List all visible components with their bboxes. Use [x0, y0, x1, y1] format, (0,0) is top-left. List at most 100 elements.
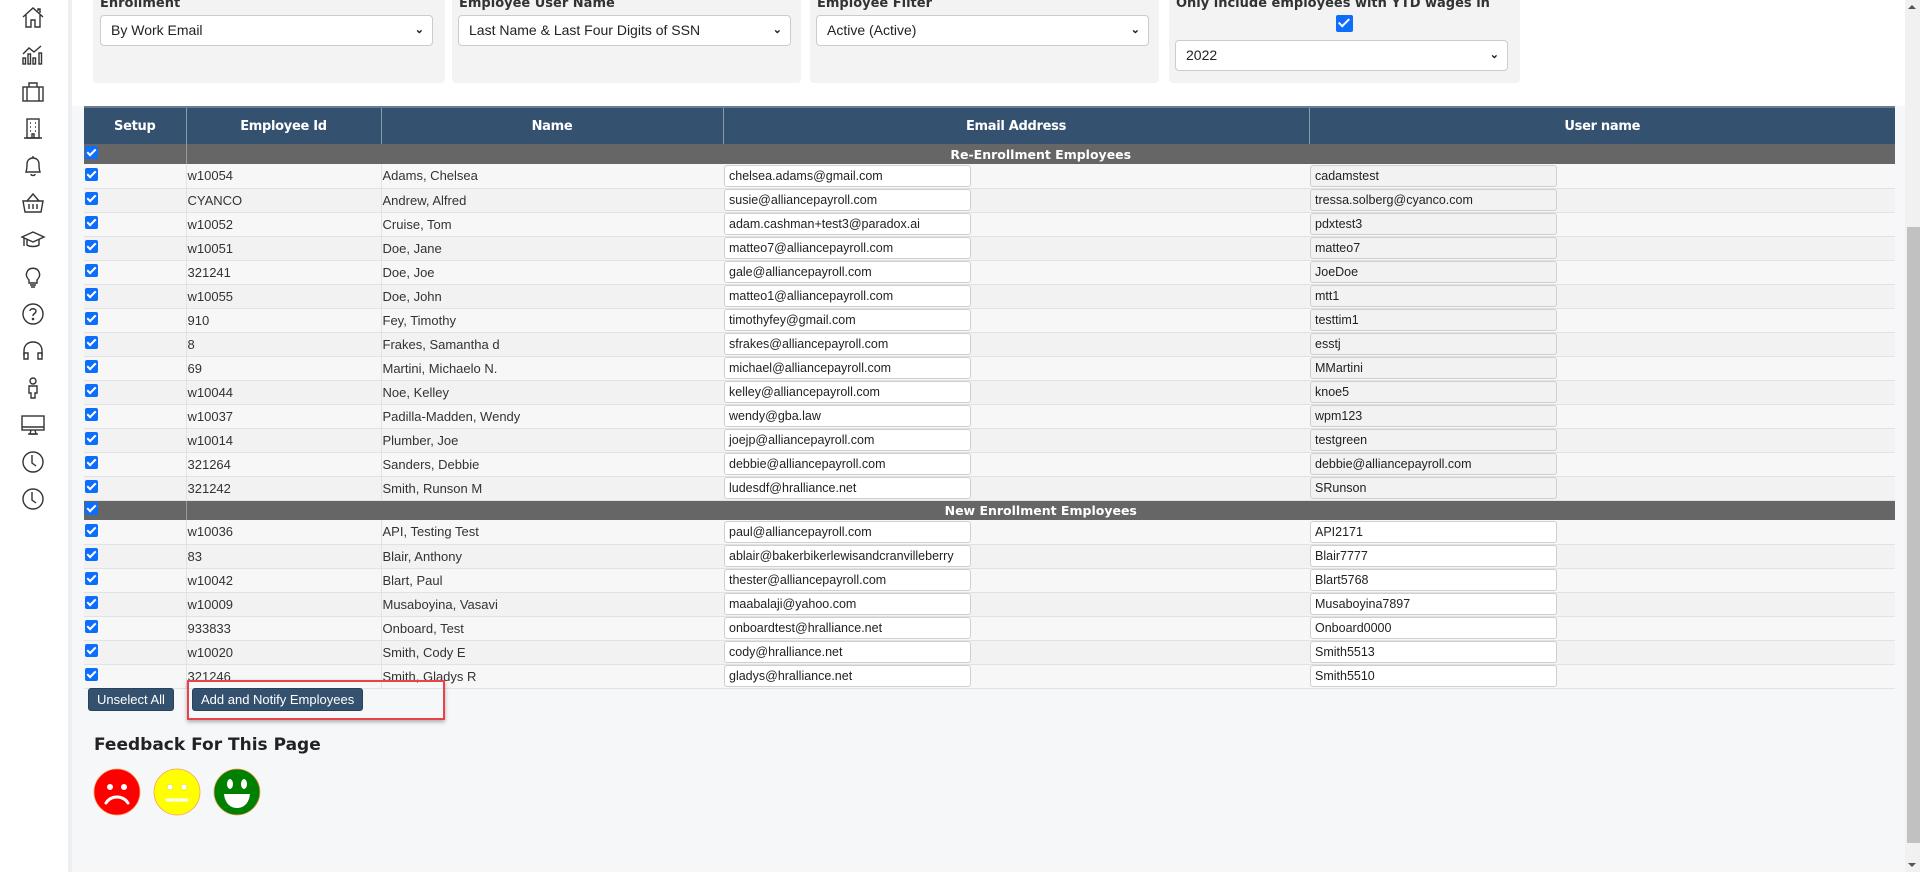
enrollment-select[interactable]: By Work Email ⌄	[100, 15, 433, 46]
clock-icon[interactable]	[19, 448, 47, 476]
row-select-checkbox[interactable]	[85, 480, 98, 493]
email-input[interactable]: ludesdf@hralliance.net	[724, 477, 971, 499]
row-select-checkbox[interactable]	[85, 596, 98, 609]
person-icon[interactable]	[19, 374, 47, 402]
email-input[interactable]: wendy@gba.law	[724, 405, 971, 427]
help-icon[interactable]	[19, 300, 47, 328]
email-input[interactable]: thester@alliancepayroll.com	[724, 569, 971, 591]
username-input[interactable]: matteo7	[1310, 237, 1557, 259]
ytd-year-select[interactable]: 2022 ⌄	[1175, 40, 1508, 71]
username-input[interactable]: testtim1	[1310, 309, 1557, 331]
row-select-checkbox[interactable]	[85, 192, 98, 205]
vertical-scrollbar[interactable]	[1905, 0, 1920, 872]
row-select-checkbox[interactable]	[85, 432, 98, 445]
email-input[interactable]: timothyfey@gmail.com	[724, 309, 971, 331]
email-input[interactable]: susie@alliancepayroll.com	[724, 189, 971, 211]
row-select-checkbox[interactable]	[85, 523, 98, 537]
row-select-checkbox[interactable]	[85, 216, 98, 229]
row-select-checkbox[interactable]	[85, 312, 98, 325]
basket-icon[interactable]	[19, 189, 47, 217]
username-input[interactable]: mtt1	[1310, 285, 1557, 307]
username-input[interactable]: cadamstest	[1310, 164, 1557, 187]
email-input[interactable]: chelsea.adams@gmail.com	[724, 164, 971, 187]
email-input[interactable]: gale@alliancepayroll.com	[724, 261, 971, 283]
email-input[interactable]: ablair@bakerbikerlewisandcranvilleberry	[724, 545, 971, 567]
email-input[interactable]: gladys@hralliance.net	[724, 665, 971, 687]
employee-id-cell: 8	[185, 332, 381, 357]
group-select-checkbox[interactable]	[85, 146, 98, 159]
analytics-icon[interactable]	[19, 41, 47, 69]
email-input[interactable]: maabalaji@yahoo.com	[724, 593, 971, 615]
email-input[interactable]: matteo7@alliancepayroll.com	[724, 237, 971, 259]
graduation-cap-icon[interactable]	[19, 226, 47, 254]
email-input[interactable]: adam.cashman+test3@paradox.ai	[724, 213, 971, 235]
chevron-down-icon: ⌄	[1489, 49, 1499, 61]
username-input[interactable]: tressa.solberg@cyanco.com	[1310, 189, 1557, 211]
clock-icon[interactable]	[19, 485, 47, 513]
email-input[interactable]: debbie@alliancepayroll.com	[724, 453, 971, 475]
row-select-checkbox[interactable]	[85, 360, 98, 373]
email-input[interactable]: onboardtest@hralliance.net	[724, 617, 971, 639]
ytd-wages-checkbox[interactable]	[1336, 15, 1353, 32]
row-select-checkbox[interactable]	[85, 456, 98, 469]
home-icon[interactable]	[19, 4, 47, 32]
row-select-checkbox[interactable]	[85, 620, 98, 633]
sad-face-icon[interactable]	[93, 768, 141, 816]
row-select-checkbox[interactable]	[85, 264, 98, 277]
scrollbar-thumb[interactable]	[1907, 227, 1920, 843]
username-input[interactable]: API2171	[1310, 520, 1557, 543]
scroll-down-arrow-icon[interactable]	[1908, 863, 1916, 867]
email-input[interactable]: sfrakes@alliancepayroll.com	[724, 333, 971, 355]
table-row: 933833 Onboard, Test onboardtest@hrallianc…	[84, 616, 1895, 641]
username-input[interactable]: Onboard0000	[1310, 617, 1557, 639]
lightbulb-icon[interactable]	[19, 263, 47, 291]
email-input[interactable]: cody@hralliance.net	[724, 641, 971, 663]
row-select-checkbox[interactable]	[85, 240, 98, 253]
username-input[interactable]: Smith5510	[1310, 665, 1557, 687]
email-input[interactable]: joejp@alliancepayroll.com	[724, 429, 971, 451]
headset-icon[interactable]	[19, 337, 47, 365]
row-select-checkbox[interactable]	[85, 548, 98, 561]
new-enrollment-group: New Enrollment Employees w10036 API, Test…	[84, 500, 1895, 689]
happy-face-icon[interactable]	[213, 768, 261, 816]
email-input[interactable]: kelley@alliancepayroll.com	[724, 381, 971, 403]
group-select-checkbox[interactable]	[85, 502, 98, 516]
scroll-up-arrow-icon[interactable]	[1908, 5, 1916, 9]
building-icon[interactable]	[19, 115, 47, 143]
username-input[interactable]: MMartini	[1310, 357, 1557, 379]
neutral-face-icon[interactable]	[153, 768, 201, 816]
username-input[interactable]: knoe5	[1310, 381, 1557, 403]
row-select-checkbox[interactable]	[85, 167, 98, 181]
username-input[interactable]: debbie@alliancepayroll.com	[1310, 453, 1557, 475]
email-input[interactable]: matteo1@alliancepayroll.com	[724, 285, 971, 307]
monitor-icon[interactable]	[19, 411, 47, 439]
row-select-checkbox[interactable]	[85, 572, 98, 585]
username-input[interactable]: SRunson	[1310, 477, 1557, 499]
user-name-select[interactable]: Last Name & Last Four Digits of SSN ⌄	[458, 15, 791, 46]
row-select-checkbox[interactable]	[85, 668, 98, 681]
email-input[interactable]: paul@alliancepayroll.com	[724, 520, 971, 543]
row-select-checkbox[interactable]	[85, 644, 98, 657]
username-input[interactable]: pdxtest3	[1310, 213, 1557, 235]
username-input[interactable]: Smith5513	[1310, 641, 1557, 663]
add-and-notify-button[interactable]: Add and Notify Employees	[192, 688, 364, 711]
row-select-checkbox[interactable]	[85, 384, 98, 397]
username-input[interactable]: wpm123	[1310, 405, 1557, 427]
employee-id-cell: w10037	[185, 404, 381, 429]
username-input[interactable]: Blair7777	[1310, 545, 1557, 567]
username-input[interactable]: Musaboyina7897	[1310, 593, 1557, 615]
username-input[interactable]: JoeDoe	[1310, 261, 1557, 283]
briefcase-icon[interactable]	[19, 78, 47, 106]
bell-icon[interactable]	[19, 152, 47, 180]
group-header-row: Re-Enrollment Employees	[84, 144, 1895, 164]
email-input[interactable]: michael@alliancepayroll.com	[724, 357, 971, 379]
row-select-checkbox[interactable]	[85, 408, 98, 421]
unselect-all-button[interactable]: Unselect All	[88, 688, 174, 711]
employee-id-cell: 321241	[185, 260, 381, 285]
username-input[interactable]: Blart5768	[1310, 569, 1557, 591]
row-select-checkbox[interactable]	[85, 288, 98, 301]
row-select-checkbox[interactable]	[85, 336, 98, 349]
username-input[interactable]: testgreen	[1310, 429, 1557, 451]
employee-filter-select[interactable]: Active (Active) ⌄	[816, 15, 1149, 46]
username-input[interactable]: esstj	[1310, 333, 1557, 355]
